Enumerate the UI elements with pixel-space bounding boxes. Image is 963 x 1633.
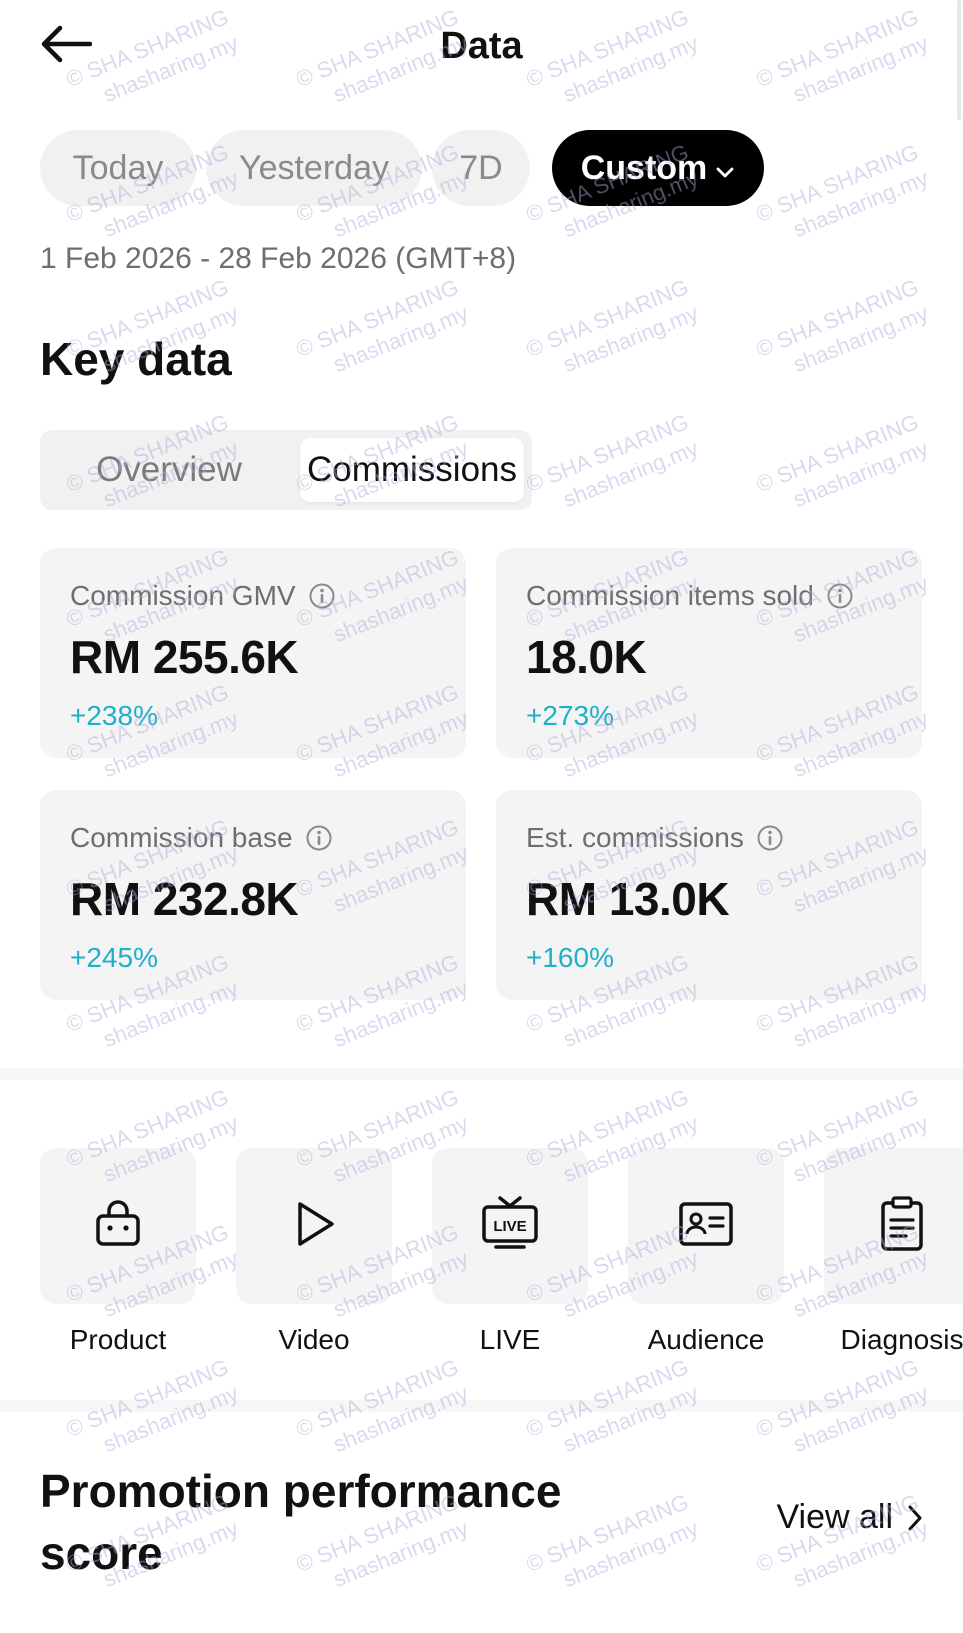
shortcut-label: Diagnosis	[840, 1324, 963, 1355]
promotion-title: Promotion performance score	[40, 1465, 562, 1579]
svg-text:shasharing.my: shasharing.my	[790, 165, 932, 242]
metric-change: +160%	[526, 942, 614, 973]
metric-value: RM 232.8K	[70, 873, 299, 925]
watermark-mark: © SHA SHARINGshasharing.my	[522, 274, 702, 377]
info-icon[interactable]	[826, 582, 854, 610]
svg-text:© SHA SHARING: © SHA SHARING	[522, 409, 691, 497]
svg-text:© SHA SHARING: © SHA SHARING	[522, 1354, 691, 1442]
svg-text:shasharing.my: shasharing.my	[790, 435, 932, 512]
shortcut-tile	[40, 1148, 196, 1304]
key-data-tabs: Overview Commissions	[40, 430, 532, 510]
shortcut-tile: LIVE	[432, 1148, 588, 1304]
filter-7d[interactable]: 7D	[432, 130, 530, 206]
shortcut-video[interactable]: Video	[236, 1148, 392, 1355]
metric-label-text: Est. commissions	[526, 822, 744, 853]
metric-label: Est. commissions	[526, 822, 784, 854]
metric-value: 18.0K	[526, 631, 647, 683]
svg-text:shasharing.my: shasharing.my	[100, 1380, 242, 1457]
info-icon[interactable]	[305, 824, 333, 852]
watermark-mark: © SHA SHARINGshasharing.my	[752, 274, 932, 377]
metric-value: RM 13.0K	[526, 873, 730, 925]
data-page: Data Today Yesterday 7D Custom 1 Feb 202…	[0, 0, 963, 1633]
info-icon[interactable]	[308, 582, 336, 610]
filter-custom-label: Custom	[580, 148, 708, 187]
svg-text:© SHA SHARING: © SHA SHARING	[62, 1354, 231, 1442]
svg-text:shasharing.my: shasharing.my	[790, 300, 932, 377]
filter-yesterday[interactable]: Yesterday	[206, 130, 422, 206]
shortcut-product[interactable]: Product	[40, 1148, 196, 1355]
metric-label-text: Commission base	[70, 822, 293, 853]
svg-text:© SHA SHARING: © SHA SHARING	[752, 139, 921, 227]
metric-card-commission-base[interactable]: Commission base RM 232.8K +245%	[40, 790, 466, 1000]
shortcut-tile	[628, 1148, 784, 1304]
date-filter-group: Today Yesterday 7D Custom	[40, 130, 764, 206]
filter-custom[interactable]: Custom	[552, 130, 764, 206]
section-divider	[0, 1400, 963, 1412]
tab-commissions[interactable]: Commissions	[300, 438, 524, 502]
svg-text:shasharing.my: shasharing.my	[560, 435, 702, 512]
chevron-down-icon	[715, 149, 735, 188]
svg-text:LIVE: LIVE	[493, 1218, 526, 1235]
svg-text:© SHA SHARING: © SHA SHARING	[292, 274, 461, 362]
shortcut-tile	[236, 1148, 392, 1304]
svg-text:© SHA SHARING: © SHA SHARING	[752, 1354, 921, 1442]
page-title: Data	[440, 25, 523, 67]
metric-card-est-commissions[interactable]: Est. commissions RM 13.0K +160%	[496, 790, 922, 1000]
metric-label-text: Commission GMV	[70, 580, 296, 611]
svg-text:shasharing.my: shasharing.my	[330, 300, 472, 377]
live-tv-icon: LIVE	[480, 1194, 540, 1259]
chevron-right-icon	[907, 1504, 923, 1532]
scrollbar[interactable]	[957, 0, 961, 120]
metric-change: +238%	[70, 700, 158, 731]
watermark-mark: © SHA SHARINGshasharing.my	[522, 409, 702, 512]
metric-change: +273%	[526, 700, 614, 731]
view-all-label: View all	[776, 1498, 893, 1536]
metric-label: Commission base	[70, 822, 333, 854]
shortcut-audience[interactable]: Audience	[628, 1148, 784, 1355]
play-icon	[286, 1196, 342, 1257]
svg-text:shasharing.my: shasharing.my	[560, 300, 702, 377]
info-icon[interactable]	[756, 824, 784, 852]
shortcut-live[interactable]: LIVE LIVE	[432, 1148, 588, 1355]
metric-label: Commission GMV	[70, 580, 336, 612]
view-all-link[interactable]: View all	[776, 1498, 923, 1537]
svg-text:shasharing.my: shasharing.my	[330, 1380, 472, 1457]
metric-value: RM 255.6K	[70, 631, 299, 683]
tab-overview[interactable]: Overview	[46, 438, 292, 502]
date-range-text: 1 Feb 2026 - 28 Feb 2026 (GMT+8)	[40, 242, 517, 275]
section-divider	[0, 1068, 963, 1080]
shopping-bag-icon	[90, 1196, 146, 1257]
shortcut-tile	[824, 1148, 963, 1304]
filter-today[interactable]: Today	[40, 130, 196, 206]
svg-text:shasharing.my: shasharing.my	[560, 1380, 702, 1457]
watermark-mark: © SHA SHARINGshasharing.my	[752, 409, 932, 512]
svg-text:shasharing.my: shasharing.my	[790, 1380, 932, 1457]
svg-text:© SHA SHARING: © SHA SHARING	[522, 274, 691, 362]
id-card-icon	[676, 1196, 736, 1257]
metric-change: +245%	[70, 942, 158, 973]
metric-label-text: Commission items sold	[526, 580, 814, 611]
watermark-mark: © SHA SHARINGshasharing.my	[292, 274, 472, 377]
svg-text:© SHA SHARING: © SHA SHARING	[752, 274, 921, 362]
metric-card-commission-items-sold[interactable]: Commission items sold 18.0K +273%	[496, 548, 922, 758]
svg-text:© SHA SHARING: © SHA SHARING	[292, 1354, 461, 1442]
metric-card-commission-gmv[interactable]: Commission GMV RM 255.6K +238%	[40, 548, 466, 758]
key-data-title: Key data	[40, 333, 232, 385]
svg-text:© SHA SHARING: © SHA SHARING	[752, 409, 921, 497]
metric-label: Commission items sold	[526, 580, 854, 612]
shortcut-diagnosis[interactable]: Diagnosis	[824, 1148, 963, 1355]
clipboard-icon	[876, 1194, 928, 1259]
watermark-mark: © SHA SHARINGshasharing.my	[752, 139, 932, 242]
header: Data	[0, 0, 963, 96]
